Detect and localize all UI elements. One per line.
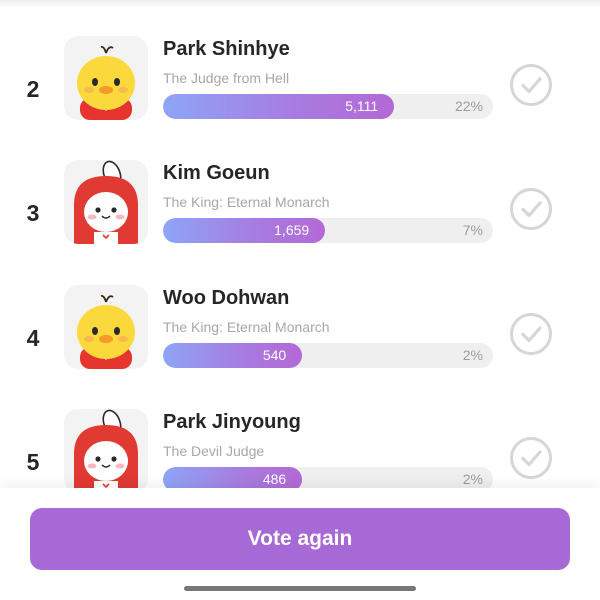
actor-name: Park Shinhye — [163, 38, 290, 60]
rank-number: 3 — [26, 200, 40, 226]
home-indicator[interactable] — [184, 586, 416, 591]
vote-bar-track: 486 2% — [163, 467, 493, 490]
drama-title: The Devil Judge — [163, 443, 265, 459]
vote-bar-fill: 486 — [163, 467, 303, 490]
ranking-list: 2 Park Shinhye The Judge from Hell 5,111… — [0, 0, 600, 490]
vote-count: 486 — [262, 471, 287, 487]
vote-bar-track: 5,111 22% — [163, 94, 493, 119]
drama-title: The King: Eternal Monarch — [163, 194, 330, 210]
vote-percentage: 2% — [462, 471, 483, 487]
vote-bar-track: 540 2% — [163, 343, 493, 368]
drama-title: The Judge from Hell — [163, 70, 290, 86]
drama-title: The King: Eternal Monarch — [163, 319, 330, 335]
ranking-row[interactable]: 3 Kim Goeun The King: Eternal Monarch 1,… — [0, 160, 600, 270]
rank-number: 2 — [26, 76, 40, 102]
vote-percentage: 2% — [462, 347, 483, 363]
vote-percentage: 7% — [462, 222, 483, 238]
check-circle-icon[interactable] — [509, 312, 553, 356]
rank-number: 5 — [26, 449, 40, 475]
check-circle-icon[interactable] — [509, 436, 553, 480]
vote-bar-fill: 5,111 — [163, 94, 395, 119]
bunny-character-icon — [64, 409, 148, 490]
ranking-row[interactable]: 2 Park Shinhye The Judge from Hell 5,111… — [0, 36, 600, 146]
bunny-character-icon — [64, 160, 148, 244]
vote-count: 1,659 — [274, 222, 310, 238]
vote-again-button[interactable]: Vote again — [30, 508, 570, 570]
ranking-row[interactable]: 4 Woo Dohwan The King: Eternal Monarch 5… — [0, 285, 600, 395]
vote-percentage: 22% — [454, 98, 483, 114]
vote-count: 5,111 — [345, 98, 379, 114]
actor-name: Kim Goeun — [163, 162, 270, 184]
vote-bar-track: 1,659 7% — [163, 218, 493, 243]
check-circle-icon[interactable] — [509, 187, 553, 231]
actor-name: Park Jinyoung — [163, 411, 301, 433]
vote-bar-fill: 540 — [163, 343, 303, 368]
chick-character-icon — [64, 36, 148, 120]
ranking-row[interactable]: 5 Park Jinyoung The Devil Judge 486 2% — [0, 409, 600, 490]
check-circle-icon[interactable] — [509, 63, 553, 107]
vote-count: 540 — [262, 347, 287, 363]
actor-name: Woo Dohwan — [163, 287, 290, 309]
rank-number: 4 — [26, 325, 40, 351]
chick-character-icon — [64, 285, 148, 369]
bottom-action-panel: Vote again — [0, 488, 600, 600]
vote-bar-fill: 1,659 — [163, 218, 326, 243]
